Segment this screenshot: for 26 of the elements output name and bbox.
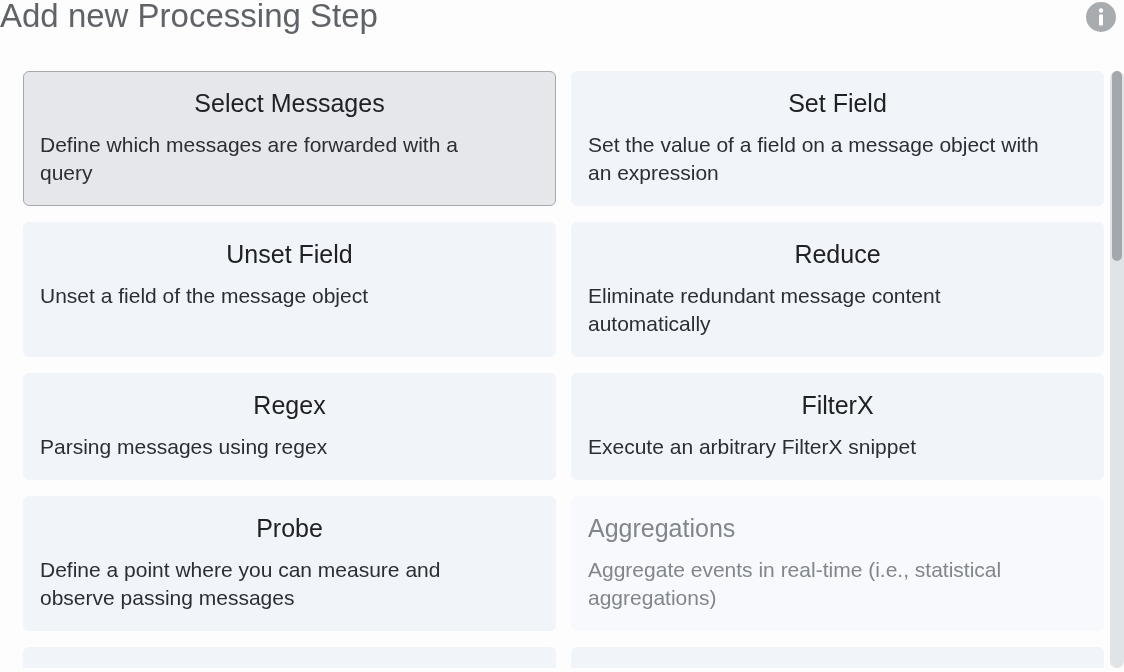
step-card[interactable]: Reduce Eliminate redundant message content automatically	[571, 222, 1104, 357]
step-title: Set Field	[787, 88, 888, 119]
step-description: Eliminate redundant message content automatically	[588, 283, 942, 337]
step-description: Aggregate events in real-time (i.e., statistical aggregations)	[588, 557, 1003, 611]
step-description: Define a point where you can measure and observe passing messages	[40, 557, 442, 611]
scrollbar[interactable]	[1110, 71, 1124, 668]
dialog-title: Add new Processing Step	[0, 0, 378, 36]
step-card[interactable]: Regex Parsing messages using regex	[23, 373, 556, 480]
step-description: Execute an arbitrary FilterX snippet	[588, 434, 917, 460]
step-title: Regex	[252, 390, 327, 421]
step-title: Unset Field	[225, 239, 354, 270]
step-card[interactable]: Select Messages Define which messages are forwarded with a query	[23, 71, 556, 206]
step-card[interactable]: FilterX Execute an arbitrary FilterX snippet	[571, 373, 1104, 480]
step-title: Probe	[255, 513, 324, 544]
info-icon[interactable]	[1086, 2, 1116, 32]
step-description: Unset a field of the message object	[40, 283, 370, 309]
step-card[interactable]: Probe Define a point where you can measure and observe passing messages	[23, 496, 556, 631]
step-description: Set the value of a field on a message object with an expression	[588, 132, 1040, 186]
step-title: Reduce	[793, 239, 882, 270]
step-title: Select Messages	[193, 88, 386, 119]
step-description: Parsing messages using regex	[40, 434, 329, 460]
step-card[interactable]: Unset Field Unset a field of the message object	[23, 222, 556, 357]
step-title: FilterX	[800, 390, 875, 421]
step-card[interactable]: Set Field Set the value of a field on a message object with an expression	[571, 71, 1104, 206]
step-description: Define which messages are forwarded with a query	[40, 132, 459, 186]
step-title: Aggregations	[588, 513, 737, 544]
